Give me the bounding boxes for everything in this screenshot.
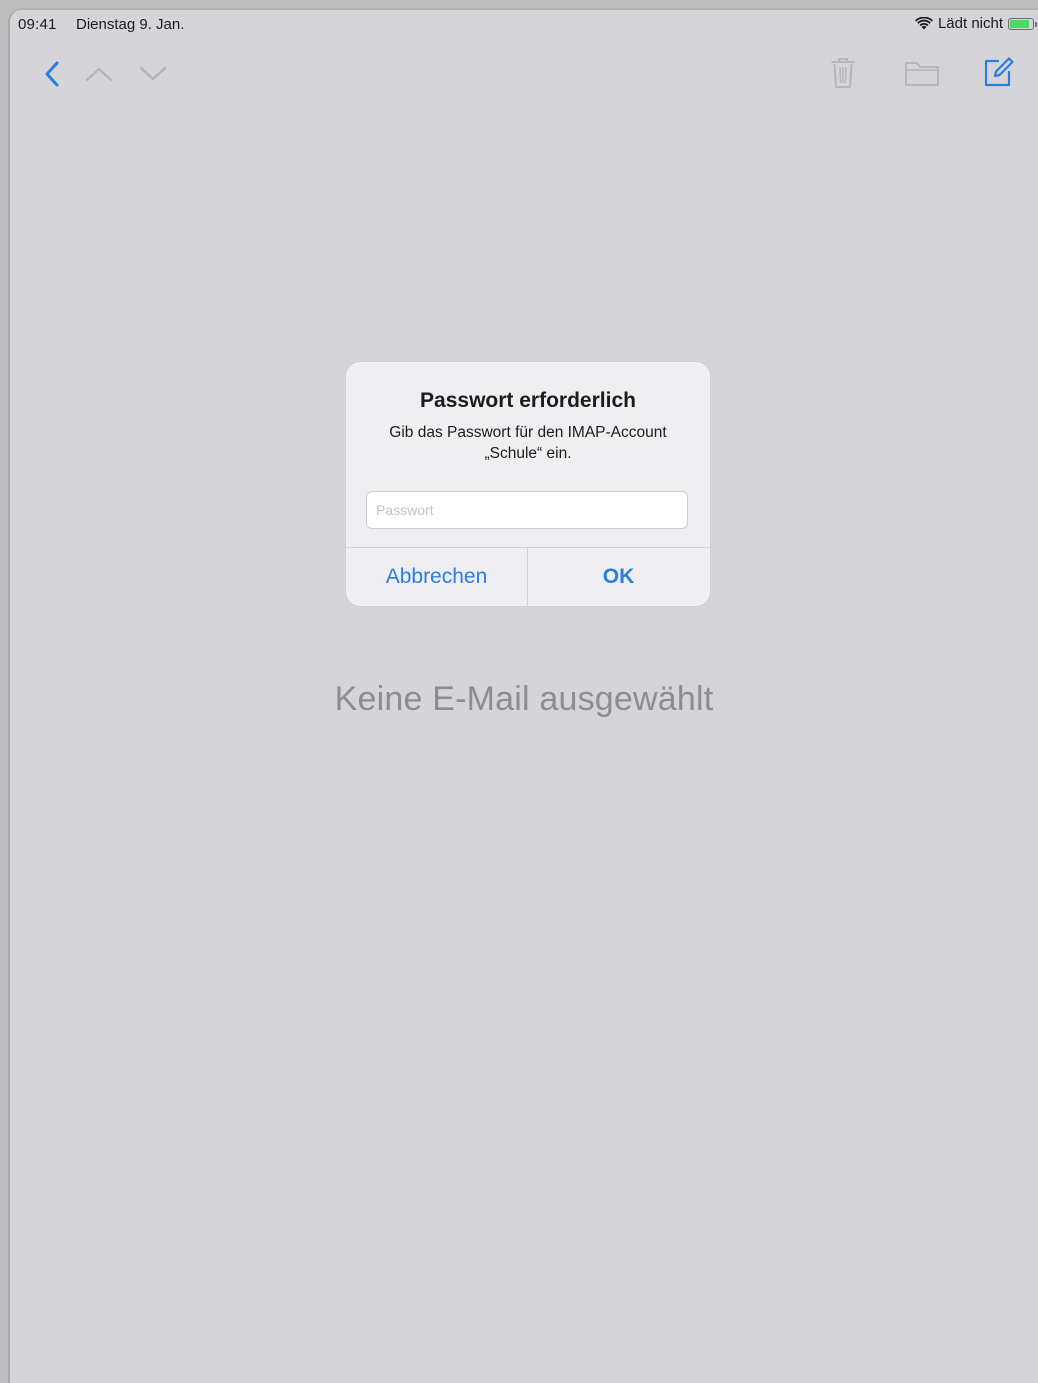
wifi-icon bbox=[914, 17, 933, 30]
alert-title: Passwort erforderlich bbox=[420, 389, 636, 412]
password-required-alert: Passwort erforderlich Gib das Passwort f… bbox=[346, 362, 710, 606]
status-date: Dienstag 9. Jan. bbox=[76, 16, 185, 33]
battery-level bbox=[1010, 19, 1030, 28]
folder-icon[interactable] bbox=[902, 56, 942, 90]
previous-message-icon[interactable] bbox=[82, 60, 116, 88]
charging-status-text: Lädt nicht bbox=[937, 15, 1003, 32]
status-indicators: Lädt nicht bbox=[914, 15, 1037, 32]
no-email-selected-message: Keine E-Mail ausgewählt bbox=[334, 680, 714, 718]
ok-button[interactable]: OK bbox=[528, 548, 709, 606]
status-bar: 09:41 Dienstag 9. Jan. Lädt nicht bbox=[10, 10, 1038, 38]
next-message-icon[interactable] bbox=[136, 60, 170, 88]
battery-icon bbox=[1008, 17, 1037, 30]
password-input[interactable] bbox=[366, 491, 688, 529]
cancel-button[interactable]: Abbrechen bbox=[346, 548, 527, 606]
trash-icon[interactable] bbox=[826, 54, 860, 92]
ipad-screen: 09:41 Dienstag 9. Jan. Lädt nicht Keine … bbox=[8, 8, 1038, 1383]
back-chevron-icon[interactable] bbox=[40, 58, 64, 90]
compose-icon[interactable] bbox=[980, 54, 1016, 90]
alert-message: Gib das Passwort für den IMAP-Account „S… bbox=[389, 424, 667, 462]
status-time: 09:41 bbox=[18, 16, 57, 33]
